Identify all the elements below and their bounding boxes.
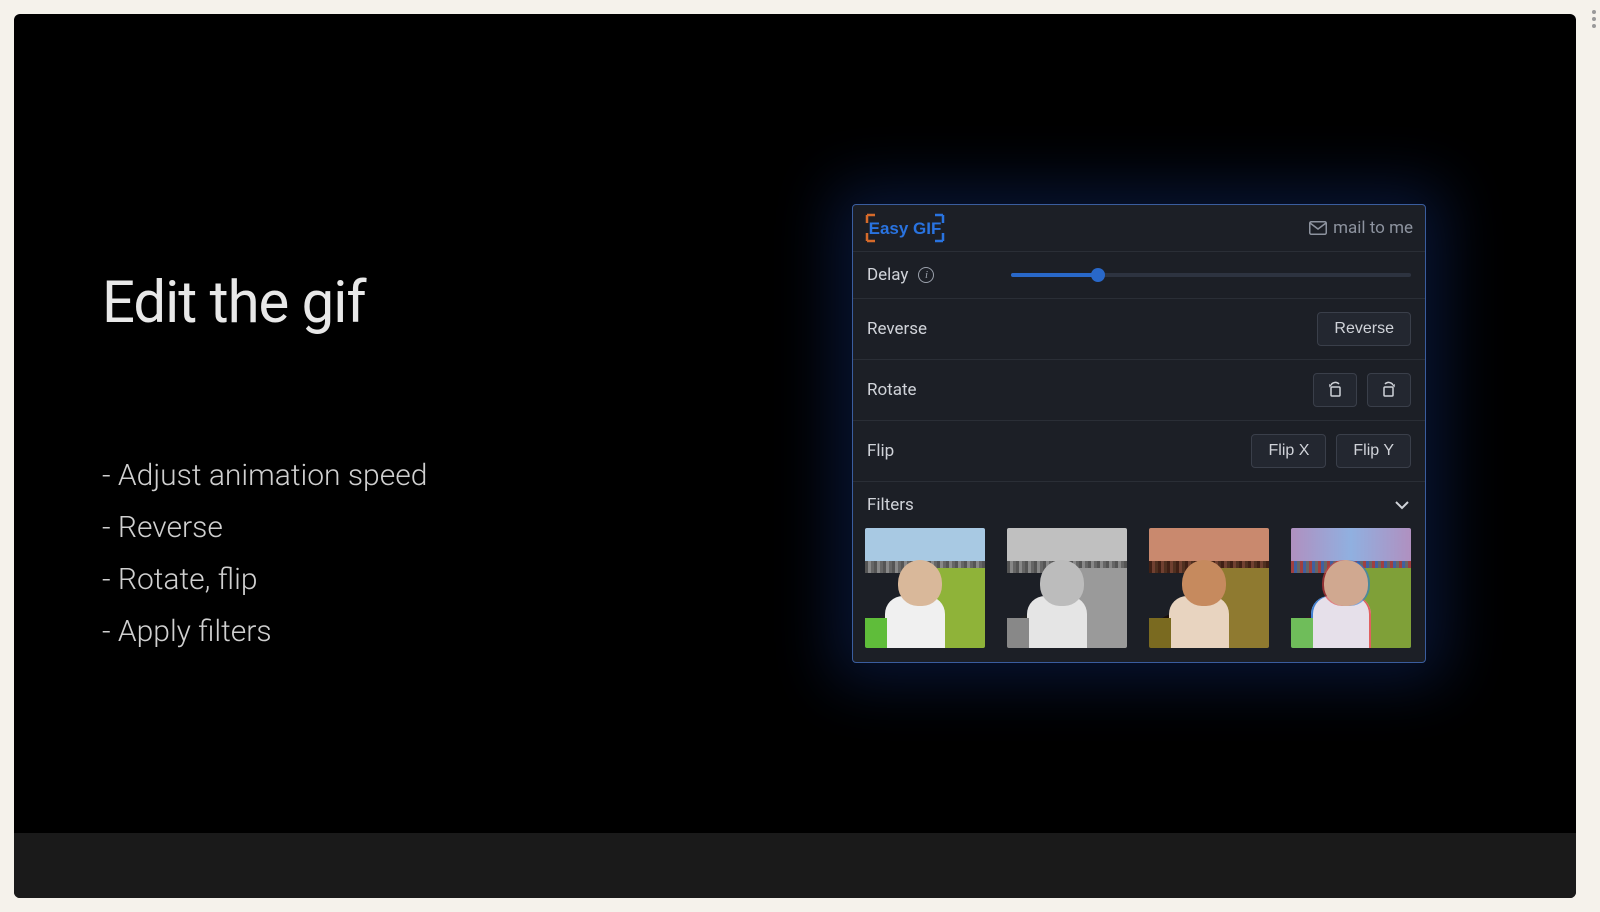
delay-row: Delay i bbox=[853, 252, 1425, 299]
filters-label: Filters bbox=[867, 495, 914, 515]
left-text-section: Edit the gif - Adjust animation speed - … bbox=[102, 269, 427, 660]
slide-canvas: Edit the gif - Adjust animation speed - … bbox=[14, 14, 1576, 898]
reverse-label: Reverse bbox=[867, 319, 927, 339]
list-item: - Adjust animation speed bbox=[102, 452, 427, 500]
delay-slider[interactable] bbox=[1011, 273, 1411, 277]
filters-row[interactable]: Filters bbox=[853, 482, 1425, 528]
slider-thumb[interactable] bbox=[1091, 268, 1105, 282]
rotate-left-icon bbox=[1326, 381, 1344, 399]
logo-icon: Easy GIF bbox=[863, 213, 947, 243]
rotate-right-button[interactable] bbox=[1367, 373, 1411, 407]
panel-header: Easy GIF mail to me bbox=[853, 205, 1425, 252]
list-item: - Rotate, flip bbox=[102, 556, 427, 604]
flip-row: Flip Flip X Flip Y bbox=[853, 421, 1425, 482]
editor-panel: Easy GIF mail to me Delay i bbox=[852, 204, 1426, 663]
rotate-row: Rotate bbox=[853, 360, 1425, 421]
mail-label: mail to me bbox=[1333, 218, 1413, 238]
filter-thumb-grayscale[interactable] bbox=[1007, 528, 1127, 648]
info-icon[interactable]: i bbox=[918, 267, 934, 283]
mail-icon bbox=[1309, 221, 1327, 235]
app-logo: Easy GIF bbox=[863, 213, 947, 243]
list-item: - Apply filters bbox=[102, 608, 427, 656]
filter-thumb-normal[interactable] bbox=[865, 528, 985, 648]
flip-x-button[interactable]: Flip X bbox=[1251, 434, 1326, 468]
page-title: Edit the gif bbox=[102, 269, 427, 337]
rotate-right-icon bbox=[1380, 381, 1398, 399]
mail-to-me-link[interactable]: mail to me bbox=[1309, 218, 1413, 238]
filter-thumb-warm[interactable] bbox=[1149, 528, 1269, 648]
feature-list: - Adjust animation speed - Reverse - Rot… bbox=[102, 452, 427, 656]
delay-label: Delay bbox=[867, 265, 908, 285]
svg-text:Easy GIF: Easy GIF bbox=[869, 219, 942, 238]
reverse-row: Reverse Reverse bbox=[853, 299, 1425, 360]
list-item: - Reverse bbox=[102, 504, 427, 552]
rotate-left-button[interactable] bbox=[1313, 373, 1357, 407]
chevron-down-icon bbox=[1393, 496, 1411, 514]
window-drag-handle bbox=[1592, 10, 1596, 28]
outer-window: Edit the gif - Adjust animation speed - … bbox=[2, 2, 1576, 910]
reverse-button[interactable]: Reverse bbox=[1317, 312, 1411, 346]
filter-thumb-glitch[interactable] bbox=[1291, 528, 1411, 648]
rotate-label: Rotate bbox=[867, 380, 917, 400]
flip-label: Flip bbox=[867, 441, 894, 461]
flip-y-button[interactable]: Flip Y bbox=[1336, 434, 1411, 468]
filter-thumbnails bbox=[853, 528, 1425, 662]
footer-bar bbox=[14, 833, 1576, 898]
